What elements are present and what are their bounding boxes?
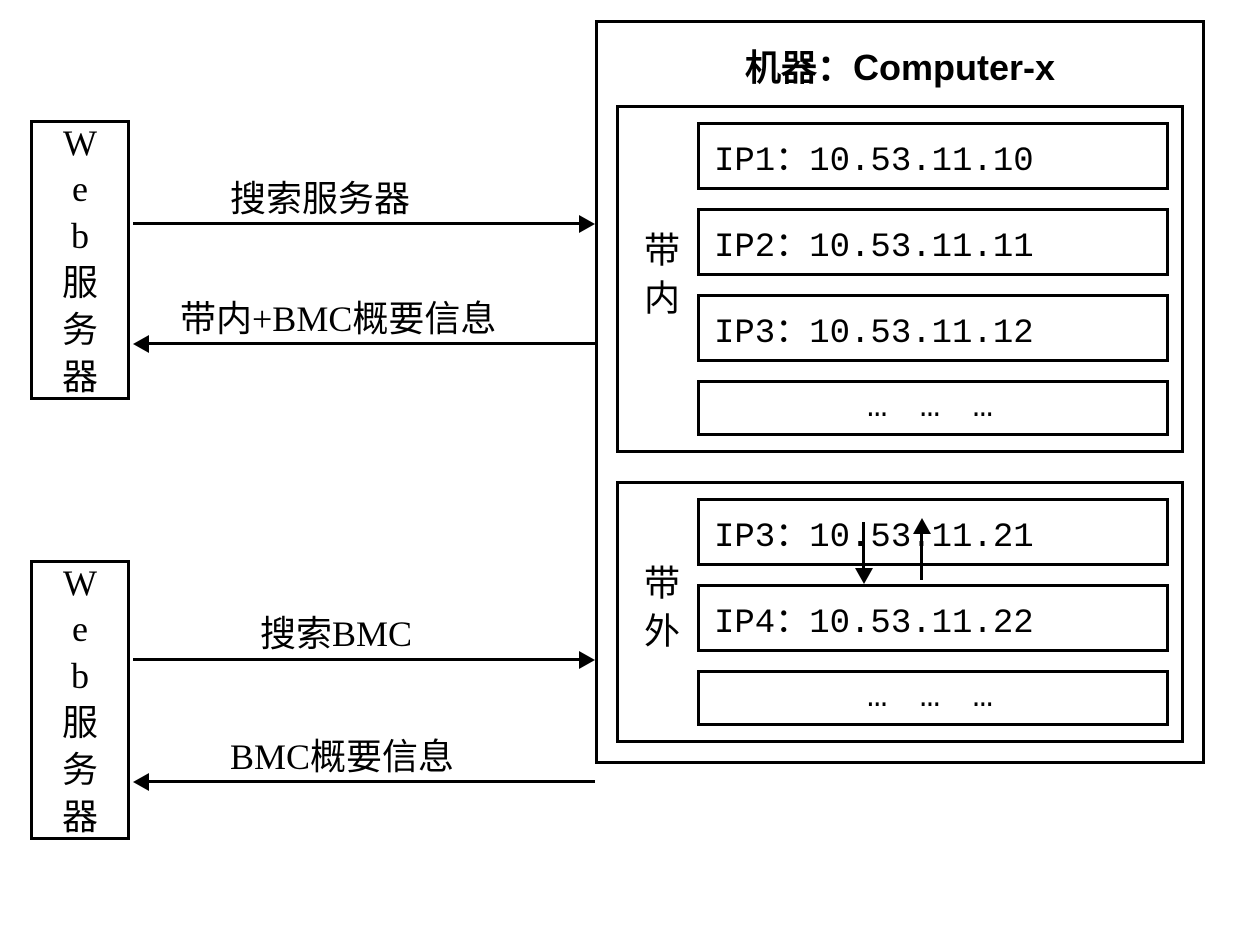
web-server-label-top: W [63,120,97,167]
in-band-section: 带内 IP1：10.53.11.10 IP2：10.53.11.11 IP3：1… [616,105,1184,453]
arrow-label-bmc-info: BMC概要信息 [230,728,454,780]
arrow-search-server-line [133,222,579,225]
web-server-box-top: W e b 服 务 器 [30,120,130,400]
ip-entry-more: … … … [697,380,1169,436]
in-band-label: 带内 [629,122,689,436]
ip-entry: IP3：10.53.11.21 [697,498,1169,566]
web-server-box-bottom: W e b 服 务 器 [30,560,130,840]
vertical-arrow-right-head [913,518,931,534]
machine-title: 机器：Computer-x [616,39,1184,91]
arrow-bmc-info-head [133,773,149,791]
machine-box: 机器：Computer-x 带内 IP1：10.53.11.10 IP2：10.… [595,20,1205,764]
ip-entry: IP1：10.53.11.10 [697,122,1169,190]
out-of-band-label: 带外 [629,498,689,726]
arrow-search-bmc-line [133,658,579,661]
in-band-list: IP1：10.53.11.10 IP2：10.53.11.11 IP3：10.5… [697,122,1169,436]
web-server-label-bottom: W [63,560,97,607]
arrow-search-bmc-head [579,651,595,669]
arrow-label-search-bmc: 搜索BMC [260,605,412,657]
ip-entry: IP2：10.53.11.11 [697,208,1169,276]
arrow-label-inband-info: 带内+BMC概要信息 [180,290,496,342]
arrow-search-server-head [579,215,595,233]
arrow-bmc-info-line [149,780,595,783]
ip-entry: IP4：10.53.11.22 [697,584,1169,652]
vertical-arrow-left-head [855,568,873,584]
arrow-label-search-server: 搜索服务器 [230,170,410,222]
vertical-arrow-left-line [862,522,865,568]
ip-entry-more: … … … [697,670,1169,726]
out-of-band-list: IP3：10.53.11.21 IP4：10.53.11.22 … … … [697,498,1169,726]
ip-entry: IP3：10.53.11.12 [697,294,1169,362]
arrow-inband-info-head [133,335,149,353]
out-of-band-section: 带外 IP3：10.53.11.21 IP4：10.53.11.22 … … … [616,481,1184,743]
vertical-arrow-right-line [920,534,923,580]
arrow-inband-info-line [149,342,595,345]
